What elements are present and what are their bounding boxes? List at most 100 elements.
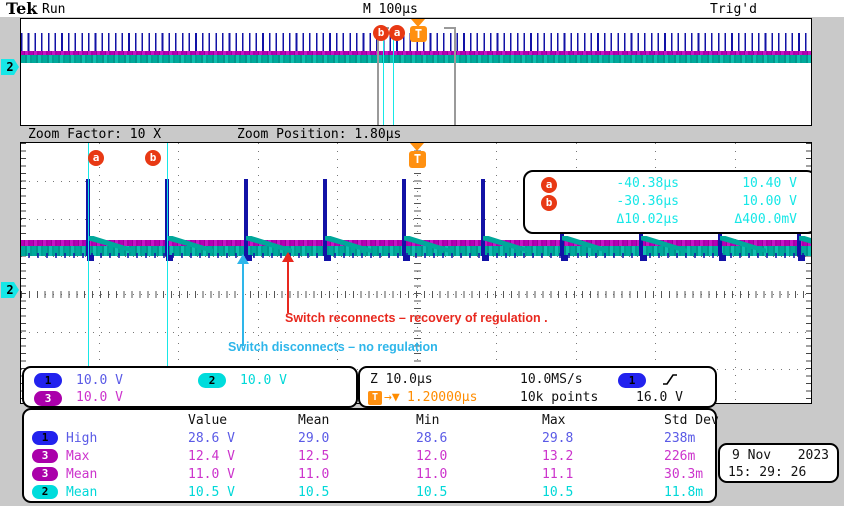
cursor-b-badge: b: [145, 150, 161, 166]
measurement-min: 28.6: [416, 431, 447, 446]
record-length-readout: 10k points: [520, 390, 598, 405]
cursor-a-badge-readout: a: [541, 177, 557, 193]
trigger-badge-small: T: [368, 391, 382, 405]
blue-arrow-line: [242, 263, 244, 346]
measurement-max: 10.5: [542, 485, 573, 500]
ch1-badge[interactable]: 1: [34, 373, 62, 388]
main-timebase-readout: M 100µs: [363, 2, 418, 17]
cursor-a-line-overview: [383, 27, 384, 126]
cursor-readout-box: a b -40.38µs 10.40 V -30.36µs 10.00 V Δ1…: [523, 170, 812, 234]
red-arrow-line: [287, 261, 289, 313]
ch1-spike: [323, 179, 373, 263]
ch1-spike: [244, 179, 294, 263]
trigger-badge: T: [409, 151, 426, 168]
zoom-position-readout: Zoom Position: 1.80µs: [237, 127, 401, 142]
cursor-a-badge-overview: a: [389, 25, 405, 41]
trigger-badge-overview: T: [410, 26, 427, 42]
measurement-mean: 10.5: [298, 485, 329, 500]
measurement-value: 10.5 V: [188, 485, 235, 500]
column-header-value: Value: [188, 413, 227, 428]
measurement-stddev: 30.3m: [664, 467, 703, 482]
measurement-mean: 29.0: [298, 431, 329, 446]
acquisition-status: Run: [42, 2, 65, 17]
measurement-name: Mean: [66, 485, 97, 500]
trigger-source-badge: 1: [618, 373, 646, 388]
column-header-min: Min: [416, 413, 439, 428]
center-axis-ticks-horizontal: [21, 291, 811, 298]
measurement-min: 11.0: [416, 467, 447, 482]
measurement-channel-badge: 2: [32, 485, 58, 499]
datetime-box: 9 Nov 2023 15: 29: 26: [718, 443, 839, 483]
cursor-a-time: -40.38µs: [567, 176, 679, 191]
trigger-time-readout: 1.20000µs: [407, 390, 477, 405]
measurement-max: 29.8: [542, 431, 573, 446]
trigger-arrow-icon: →▼: [384, 390, 400, 405]
measurement-stddev: 226m: [664, 449, 695, 464]
cursor-a-line[interactable]: [88, 143, 89, 403]
column-header-max: Max: [542, 413, 565, 428]
measurement-name: Mean: [66, 467, 97, 482]
trigger-status: Trig'd: [710, 2, 757, 17]
ch2-ground-marker: 2: [1, 282, 19, 298]
ch2-badge[interactable]: 2: [198, 373, 226, 388]
measurement-max: 13.2: [542, 449, 573, 464]
measurement-value: 12.4 V: [188, 449, 235, 464]
zoom-window-bracket-right: [444, 27, 456, 126]
measurement-channel-badge: 1: [32, 431, 58, 445]
measurement-mean: 12.5: [298, 449, 329, 464]
cursor-b-time: -30.36µs: [567, 194, 679, 209]
cursor-b-voltage: 10.00 V: [685, 194, 797, 209]
measurement-value: 11.0 V: [188, 467, 235, 482]
top-status-bar: Tek Run M 100µs Trig'd: [0, 0, 844, 17]
ch1-spike: [402, 179, 452, 263]
trigger-position-icon: [410, 143, 424, 151]
left-edge-ticks: [21, 143, 26, 403]
measurement-name: Max: [66, 449, 89, 464]
column-header-stddev: Std Dev: [664, 413, 719, 428]
measurement-max: 11.1: [542, 467, 573, 482]
cursor-b-badge-overview: b: [373, 25, 389, 41]
oscilloscope-screen: Tek Run M 100µs Trig'd b a T 2 Zoom Fact…: [0, 0, 844, 506]
measurement-table: Value Mean Min Max Std Dev 1 High 28.6 V…: [22, 408, 717, 503]
date-readout: 9 Nov: [732, 448, 771, 463]
zoom-timebase-readout: Z 10.0µs: [370, 372, 433, 387]
acquisition-readout-box: Z 10.0µs 10.0MS/s 1 T →▼ 1.20000µs 10k p…: [358, 366, 717, 408]
ch1-scale: 10.0 V: [76, 373, 123, 388]
cursor-b-line-overview: [393, 27, 394, 126]
cursor-b-badge-readout: b: [541, 195, 557, 211]
measurement-channel-badge: 3: [32, 467, 58, 481]
measurement-mean: 11.0: [298, 467, 329, 482]
ch1-spike: [86, 179, 136, 263]
trigger-level-readout: 16.0 V: [636, 390, 683, 405]
channel-scale-box: 1 10.0 V 2 10.0 V 3 10.0 V: [22, 366, 358, 408]
ch3-scale: 10.0 V: [76, 390, 123, 405]
annotation-switch-reconnects: Switch reconnects – recovery of regulati…: [285, 311, 548, 325]
time-readout: 15: 29: 26: [728, 465, 806, 480]
cursor-delta-time: Δ10.02µs: [567, 212, 679, 227]
rising-edge-icon: [662, 372, 678, 388]
measurement-stddev: 238m: [664, 431, 695, 446]
ch2-trace-overview: [21, 55, 811, 63]
measurement-min: 10.5: [416, 485, 447, 500]
measurement-name: High: [66, 431, 97, 446]
year-readout: 2023: [798, 448, 829, 463]
measurement-min: 12.0: [416, 449, 447, 464]
column-header-mean: Mean: [298, 413, 329, 428]
measurement-channel-badge: 3: [32, 449, 58, 463]
cursor-a-badge: a: [88, 150, 104, 166]
overview-waveform-window: b a T: [20, 18, 812, 126]
ch3-badge[interactable]: 3: [34, 391, 62, 406]
zoom-factor-readout: Zoom Factor: 10 X: [28, 127, 161, 142]
cursor-b-line[interactable]: [167, 143, 168, 403]
measurement-stddev: 11.8m: [664, 485, 703, 500]
sample-rate-readout: 10.0MS/s: [520, 372, 583, 387]
cursor-a-voltage: 10.40 V: [685, 176, 797, 191]
ch1-spike: [165, 179, 215, 263]
ch2-ground-marker-overview: 2: [1, 59, 19, 75]
cursor-delta-voltage: Δ400.0mV: [685, 212, 797, 227]
annotation-switch-disconnects: Switch disconnects – no regulation: [228, 340, 438, 354]
ch2-scale: 10.0 V: [240, 373, 287, 388]
zoom-waveform-window: a b T a b -40.38µs 10.40 V -30.36µs 10.0…: [20, 142, 812, 404]
measurement-value: 28.6 V: [188, 431, 235, 446]
tek-logo: Tek: [6, 0, 37, 18]
